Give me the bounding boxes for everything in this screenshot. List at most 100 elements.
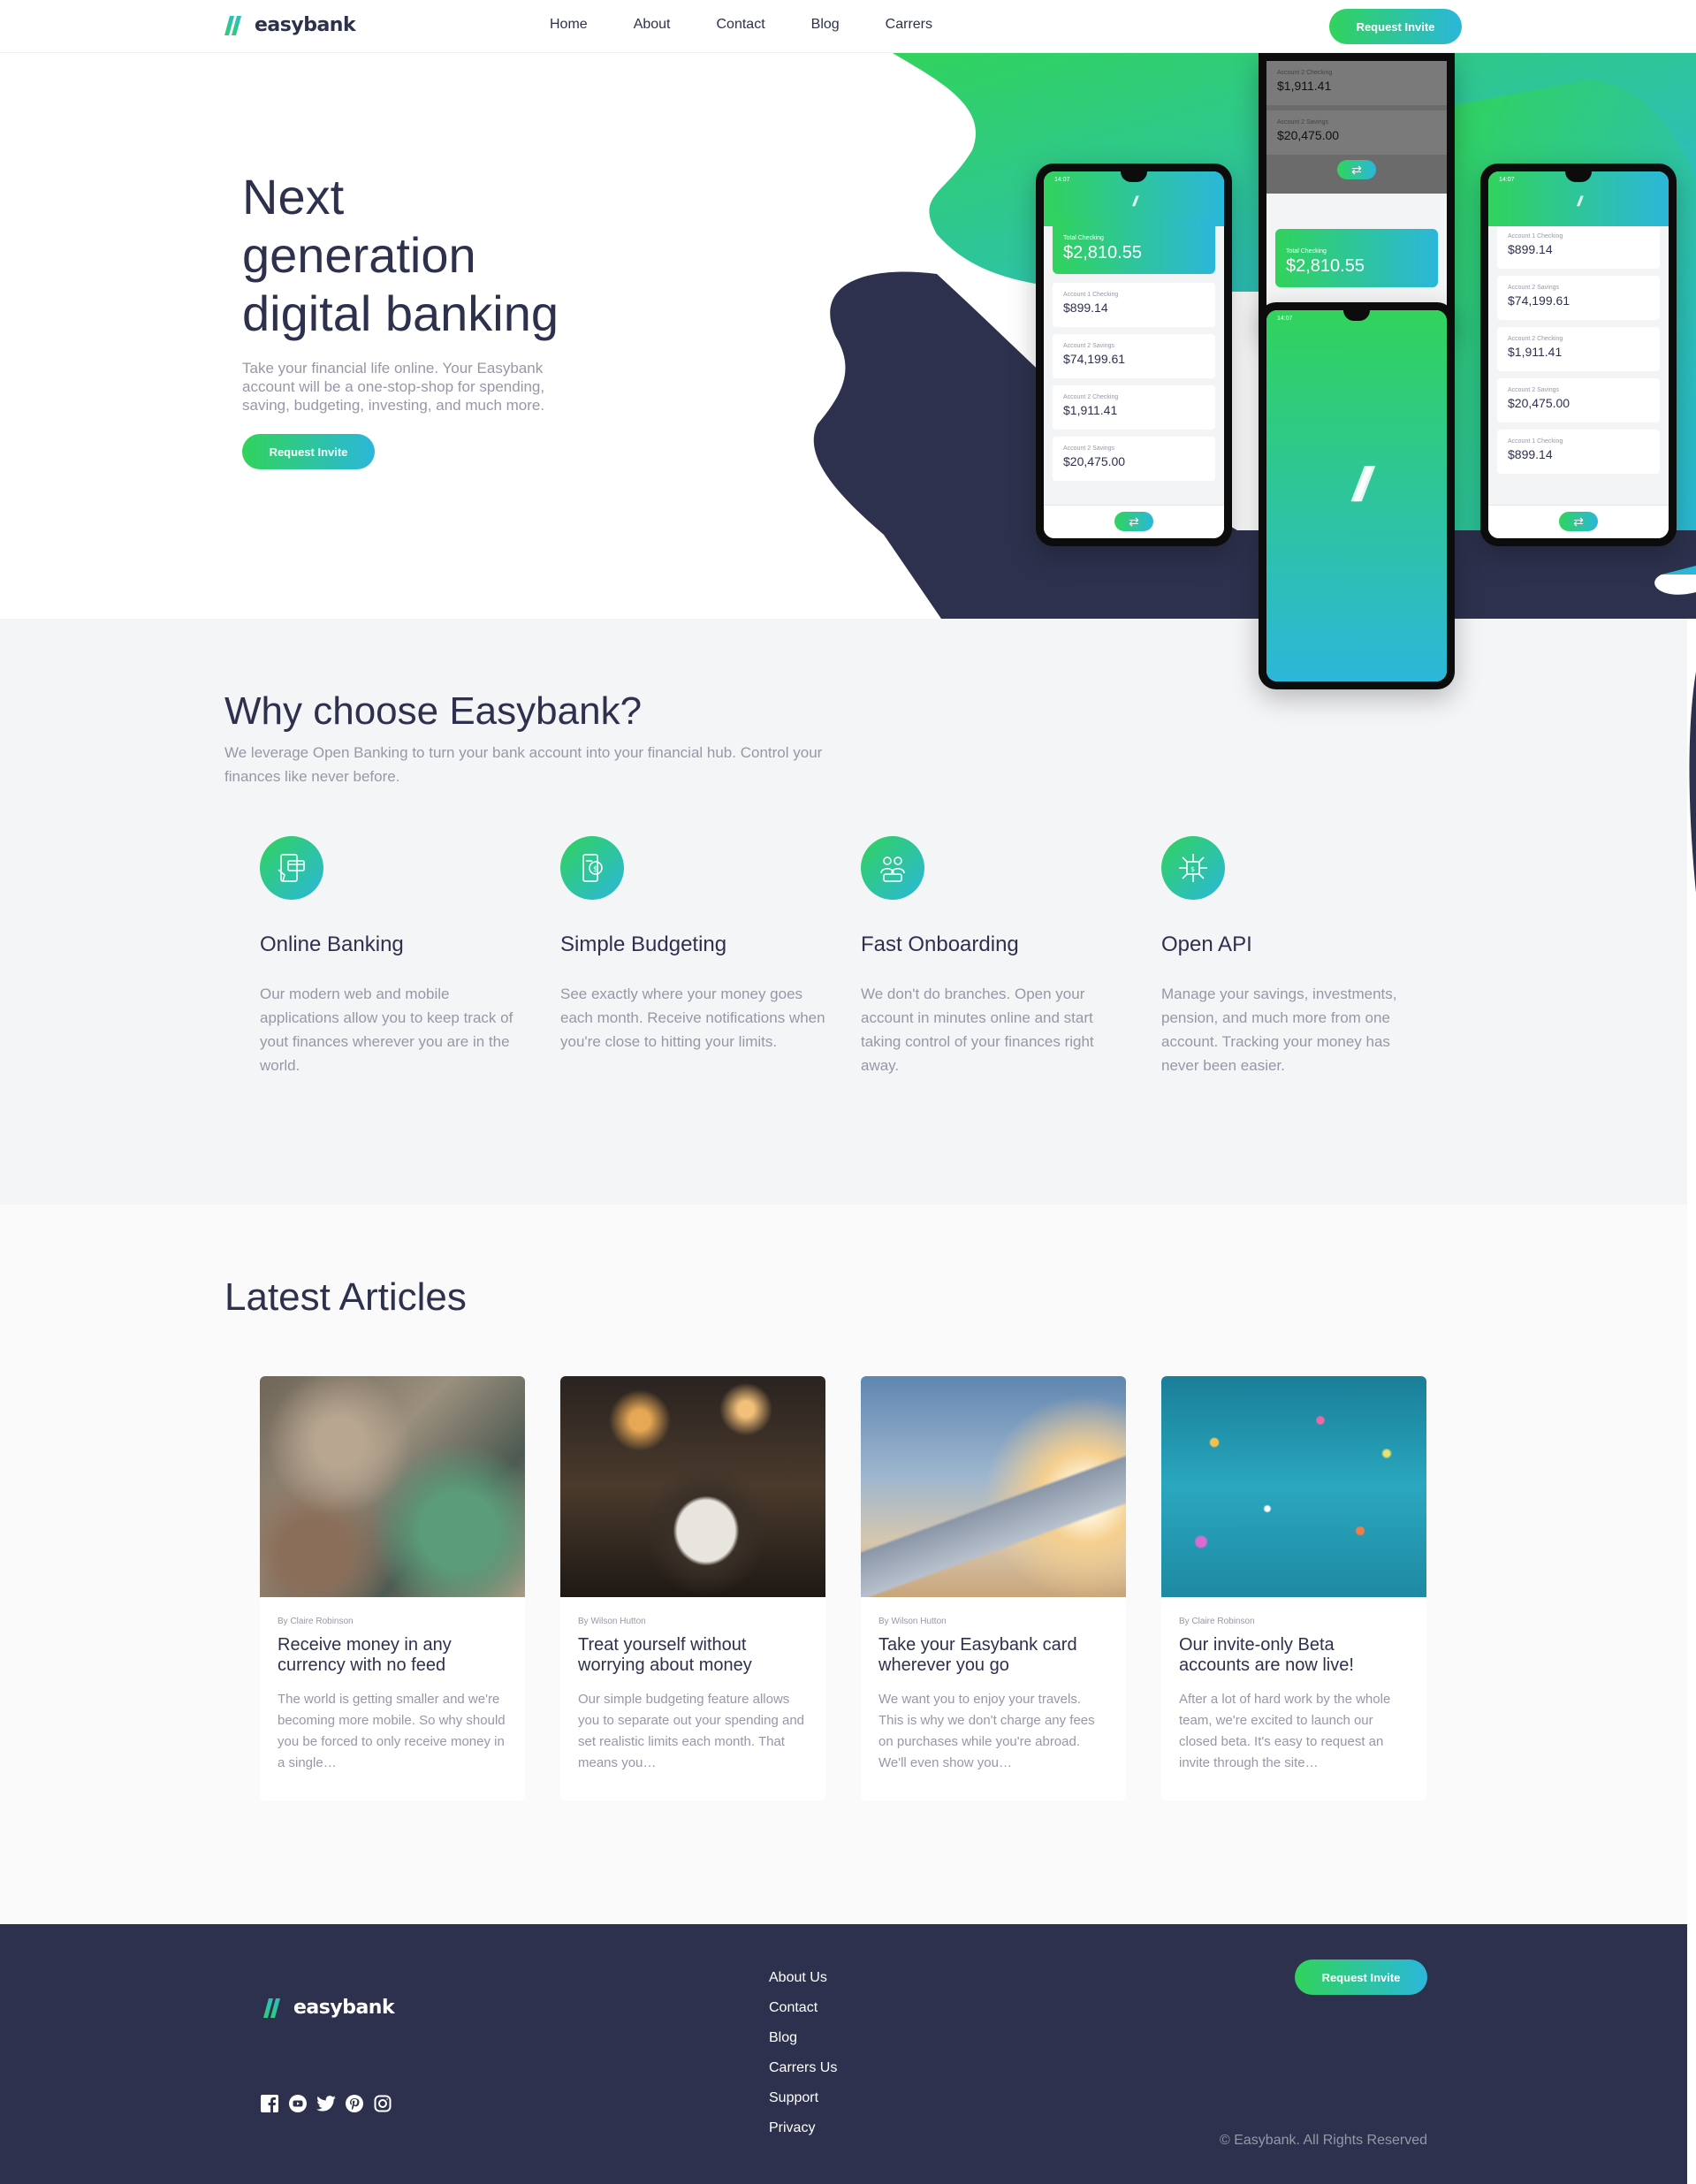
hero-title: Next generation digital banking: [242, 168, 649, 343]
social-links: [260, 2094, 392, 2113]
features-title: Why choose Easybank?: [224, 689, 643, 733]
footer-links: About Us Contact Blog Carrers Us Support…: [769, 1970, 837, 2150]
article-card[interactable]: By Wilson Hutton Treat yourself without …: [560, 1376, 825, 1800]
feature-title: Simple Budgeting: [560, 932, 727, 956]
account-amount: $899.14: [1063, 301, 1108, 315]
article-author: By Wilson Hutton: [578, 1617, 646, 1626]
account-row: Account 2 Checking $1,911.41: [1266, 61, 1447, 105]
budgeting-icon: $: [560, 836, 624, 900]
transfer-fab-icon: ⇄: [1114, 512, 1153, 531]
hero-title-line-1: Next: [242, 169, 345, 224]
footer-link-about-us[interactable]: About Us: [769, 1970, 837, 2000]
feature-text: See exactly where your money goes each m…: [560, 985, 825, 1050]
footer-request-invite-button[interactable]: Request Invite: [1295, 1960, 1427, 1995]
account-label: Account 2 Checking: [1063, 394, 1119, 400]
total-amount: $2,810.55: [1286, 256, 1365, 276]
account-amount: $74,199.61: [1508, 293, 1571, 308]
logo-mark-icon: [263, 1998, 280, 2018]
twitter-icon[interactable]: [316, 2094, 336, 2113]
article-title[interactable]: Treat yourself without worrying about mo…: [578, 1635, 808, 1676]
site-header: easybank Home About Contact Blog Carrers…: [0, 0, 1696, 53]
youtube-icon[interactable]: [288, 2094, 308, 2113]
svg-text:$: $: [593, 865, 598, 874]
phone-logo-icon: //: [1132, 194, 1138, 209]
logo-mark-icon: [224, 15, 241, 35]
main-nav: Home About Contact Blog Carrers: [530, 17, 978, 33]
phone-mockup-right: 14:07 // Account 1 Checking $899.14 Accoun…: [1480, 164, 1677, 546]
phone-status-time: 14:07: [1054, 177, 1070, 183]
nav-contact[interactable]: Contact: [717, 17, 765, 33]
account-label: Account 2 Savings: [1508, 285, 1559, 291]
account-row: Account 2 Savings $74,199.61: [1497, 276, 1660, 320]
account-row: Account 2 Checking $1,911.41: [1497, 327, 1660, 371]
article-card[interactable]: By Claire Robinson Our invite-only Beta …: [1161, 1376, 1426, 1800]
total-checking-card: Total Checking $2,810.55: [1053, 216, 1215, 274]
article-author: By Wilson Hutton: [878, 1617, 947, 1626]
features-subtitle: We leverage Open Banking to turn your ba…: [224, 744, 823, 785]
currency-photo: [260, 1376, 525, 1597]
article-card[interactable]: By Wilson Hutton Take your Easybank card…: [861, 1376, 1126, 1800]
footer-link-blog[interactable]: Blog: [769, 2030, 837, 2060]
account-label: Account 1 Checking: [1508, 438, 1563, 445]
phone-status-time: 14:07: [1499, 177, 1515, 183]
total-amount: $2,810.55: [1063, 243, 1142, 263]
total-label: Total Checking: [1286, 248, 1327, 255]
feature-text: Manage your savings, investments, pensio…: [1161, 985, 1397, 1074]
feature-text: We don't do branches. Open your account …: [861, 985, 1094, 1074]
footer-link-contact[interactable]: Contact: [769, 2000, 837, 2030]
transfer-fab-icon: ⇄: [1559, 512, 1598, 531]
facebook-icon[interactable]: [260, 2094, 279, 2113]
feature-online-banking: Online Banking Our modern web and mobile…: [260, 836, 525, 1077]
phone-logo-icon: //: [1577, 194, 1583, 209]
feature-title: Online Banking: [260, 932, 404, 956]
instagram-icon[interactable]: [373, 2094, 392, 2113]
article-author: By Claire Robinson: [1179, 1617, 1255, 1626]
total-checking-card: Total Checking $2,810.55: [1275, 229, 1438, 287]
features-section: Why choose Easybank? We leverage Open Ba…: [0, 619, 1687, 1205]
account-row: Account 2 Savings $74,199.61: [1053, 334, 1215, 378]
nav-blog[interactable]: Blog: [811, 17, 840, 33]
nav-careers[interactable]: Carrers: [886, 17, 932, 33]
brand-name: easybank: [293, 1997, 395, 2019]
phone-status-time: 14:07: [1277, 316, 1293, 322]
footer-link-privacy[interactable]: Privacy: [769, 2120, 837, 2150]
footer-link-careers[interactable]: Carrers Us: [769, 2060, 837, 2090]
header-request-invite-button[interactable]: Request Invite: [1329, 9, 1462, 44]
feature-simple-budgeting: $ Simple Budgeting See exactly where you…: [560, 836, 825, 1054]
total-label: Total Checking: [1063, 235, 1104, 241]
phone-mockup-splash: 14:07 ///: [1259, 302, 1455, 689]
article-card[interactable]: By Claire Robinson Receive money in any …: [260, 1376, 525, 1800]
brand-logo[interactable]: easybank: [224, 14, 356, 36]
plane-photo: [861, 1376, 1126, 1597]
feature-open-api: $ Open API Manage your savings, investme…: [1161, 836, 1426, 1077]
copyright-text: © Easybank. All Rights Reserved: [1219, 2133, 1427, 2148]
account-amount: $899.14: [1508, 242, 1553, 256]
online-banking-icon: [260, 836, 323, 900]
article-excerpt: After a lot of hard work by the whole te…: [1179, 1692, 1391, 1770]
svg-text:$: $: [1190, 865, 1195, 873]
account-label: Account 2 Savings: [1508, 387, 1559, 393]
article-title[interactable]: Receive money in any currency with no fe…: [278, 1635, 507, 1676]
articles-section: Latest Articles By Claire Robinson Recei…: [0, 1205, 1687, 1924]
api-icon: $: [1161, 836, 1225, 900]
account-row: Account 1 Checking $899.14: [1497, 430, 1660, 474]
account-label: Account 2 Savings: [1277, 119, 1328, 126]
transfer-fab-icon: ⇄: [1337, 160, 1376, 179]
account-label: Account 2 Checking: [1508, 336, 1563, 342]
page-right-edge: [1687, 619, 1696, 2184]
hero-description: Take your financial life online. Your Ea…: [242, 360, 545, 414]
articles-title: Latest Articles: [224, 1275, 467, 1319]
pinterest-icon[interactable]: [345, 2094, 364, 2113]
footer-link-support[interactable]: Support: [769, 2090, 837, 2120]
confetti-photo: [1161, 1376, 1426, 1597]
nav-home[interactable]: Home: [550, 17, 588, 33]
article-excerpt: The world is getting smaller and we're b…: [278, 1692, 506, 1770]
account-amount: $1,911.41: [1508, 345, 1563, 359]
article-title[interactable]: Take your Easybank card wherever you go: [878, 1635, 1108, 1676]
article-title[interactable]: Our invite-only Beta accounts are now li…: [1179, 1635, 1409, 1676]
feature-title: Open API: [1161, 932, 1252, 956]
footer-brand-logo[interactable]: easybank: [263, 1997, 395, 2019]
hero-request-invite-button[interactable]: Request Invite: [242, 434, 375, 469]
account-amount: $20,475.00: [1508, 396, 1571, 410]
nav-about[interactable]: About: [634, 17, 671, 33]
